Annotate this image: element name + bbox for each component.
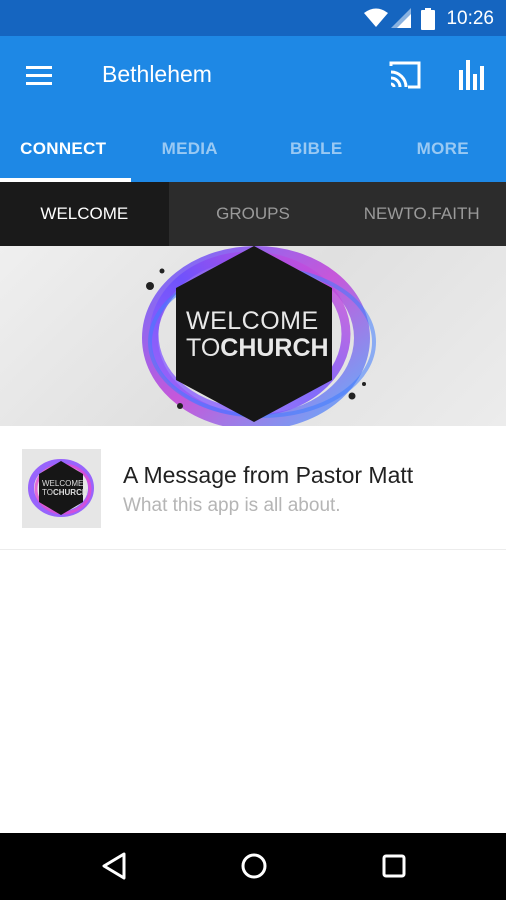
status-time: 10:26 — [446, 8, 494, 29]
banner-line2: TOCHURCH — [186, 334, 329, 362]
menu-icon[interactable] — [24, 62, 54, 90]
banner-text: WELCOME TOCHURCH — [186, 307, 329, 362]
banner-line2-b: CHURCH — [220, 334, 329, 362]
subtab-newtofaith[interactable]: NEWTO.FAITH — [337, 182, 506, 246]
thumb-line2-a: TO — [42, 488, 53, 497]
subtab-groups[interactable]: GROUPS — [169, 182, 338, 246]
tab-more[interactable]: MORE — [380, 116, 506, 182]
tab-connect[interactable]: CONNECT — [0, 116, 130, 182]
list-item-subtitle: What this app is all about. — [123, 495, 341, 516]
screen: 10:26 Bethlehem CONNECT MEDIA BIBLE MORE — [0, 0, 506, 900]
tab-media[interactable]: MEDIA — [127, 116, 254, 182]
sub-tabs: WELCOME GROUPS NEWTO.FAITH — [0, 182, 506, 246]
list-item-thumbnail: WELCOME TOCHURCH — [22, 449, 101, 528]
thumb-line2: TOCHURCH — [42, 488, 88, 497]
stats-icon[interactable] — [457, 58, 487, 90]
main-tabs: CONNECT MEDIA BIBLE MORE — [0, 116, 506, 182]
thumb-line2-b: CHURCH — [52, 488, 88, 497]
welcome-banner[interactable]: WELCOME TOCHURCH — [0, 246, 506, 426]
back-icon[interactable] — [100, 851, 128, 881]
thumb-text: WELCOME TOCHURCH — [42, 479, 88, 497]
cast-icon[interactable] — [388, 60, 422, 90]
cell-signal-icon — [391, 8, 411, 28]
banner-line1: WELCOME — [186, 307, 319, 335]
subtab-welcome[interactable]: WELCOME — [0, 182, 169, 246]
status-bar: 10:26 — [0, 0, 506, 36]
app-title: Bethlehem — [102, 61, 212, 87]
navigation-bar — [0, 833, 506, 900]
battery-icon — [421, 8, 435, 30]
list-item-title: A Message from Pastor Matt — [123, 462, 414, 488]
home-icon[interactable] — [239, 851, 269, 881]
thumb-line1: WELCOME — [42, 479, 84, 488]
list-item[interactable]: WELCOME TOCHURCH A Message from Pastor M… — [0, 426, 506, 550]
tab-bible[interactable]: BIBLE — [253, 116, 380, 182]
wifi-icon — [364, 8, 388, 27]
banner-line2-a: TO — [186, 334, 221, 362]
recents-icon[interactable] — [380, 851, 408, 881]
app-bar: Bethlehem — [0, 36, 506, 116]
